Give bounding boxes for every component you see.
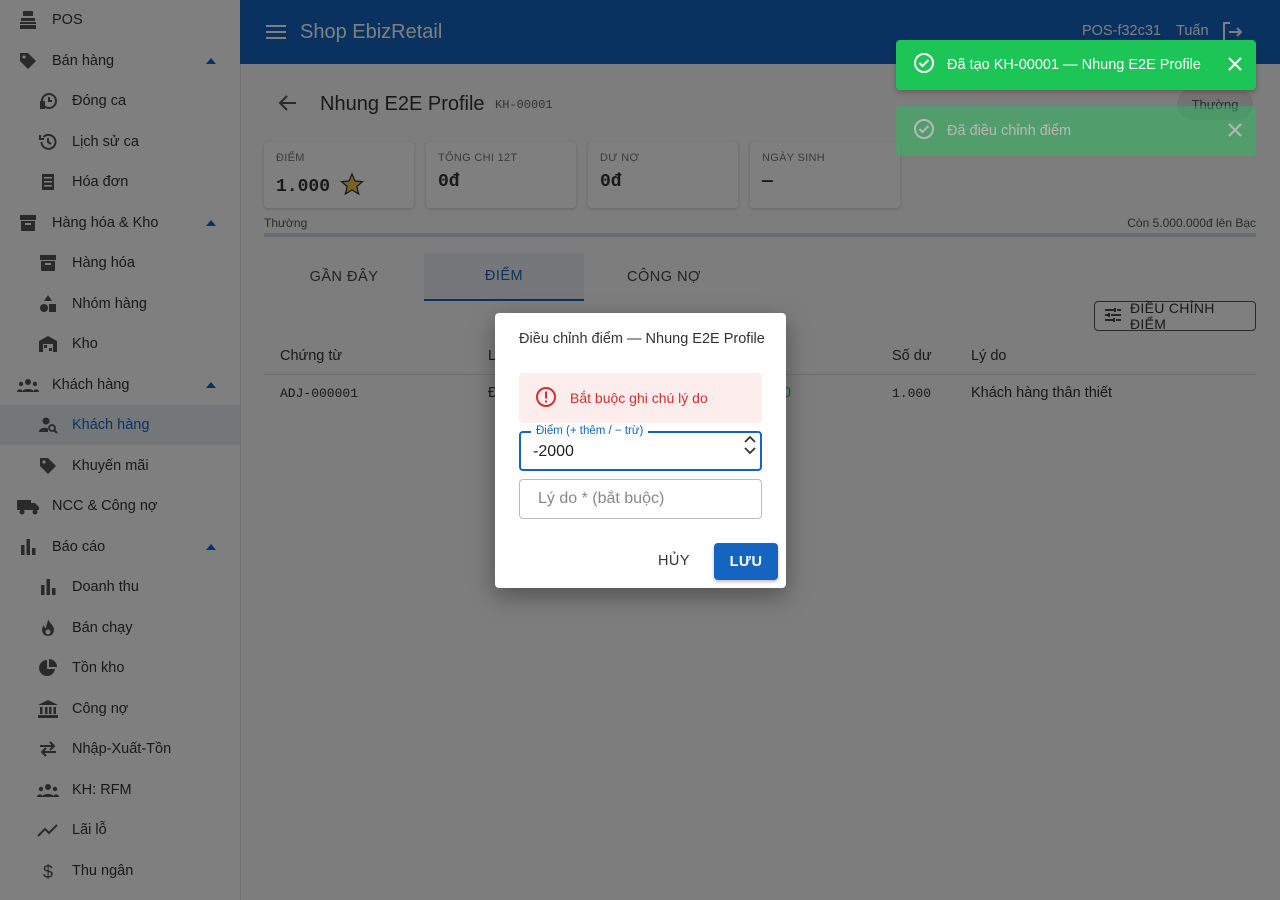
chevron-down-icon[interactable] <box>744 447 756 455</box>
check-circle-icon <box>913 52 935 78</box>
error-message: Bắt buộc ghi chú lý do <box>570 390 708 406</box>
points-input-value[interactable]: -2000 <box>533 443 574 461</box>
toast-success: Đã điều chỉnh điểm <box>896 106 1256 156</box>
points-field[interactable]: Điểm (+ thêm / − trừ) -2000 <box>519 425 762 471</box>
number-spinner[interactable] <box>744 435 756 455</box>
chevron-up-icon[interactable] <box>744 435 756 443</box>
points-field-label: Điểm (+ thêm / − trừ) <box>531 425 649 437</box>
close-icon[interactable] <box>1228 57 1242 75</box>
error-icon <box>535 386 557 411</box>
toast-success: Đã tạo KH-00001 — Nhung E2E Profile <box>896 40 1256 90</box>
adjust-points-dialog: Điều chỉnh điểm — Nhung E2E Profile Bắt … <box>495 313 786 588</box>
close-icon[interactable] <box>1228 123 1242 141</box>
reason-field[interactable] <box>519 479 762 519</box>
cancel-button[interactable]: HỦY <box>645 543 703 579</box>
save-button[interactable]: LƯU <box>714 543 778 580</box>
toast-message: Đã tạo KH-00001 — Nhung E2E Profile <box>947 57 1201 73</box>
reason-input[interactable] <box>520 480 761 518</box>
check-circle-icon <box>913 118 935 144</box>
dialog-title: Điều chỉnh điểm — Nhung E2E Profile <box>519 331 765 347</box>
error-alert: Bắt buộc ghi chú lý do <box>519 373 762 423</box>
toast-message: Đã điều chỉnh điểm <box>947 123 1072 139</box>
